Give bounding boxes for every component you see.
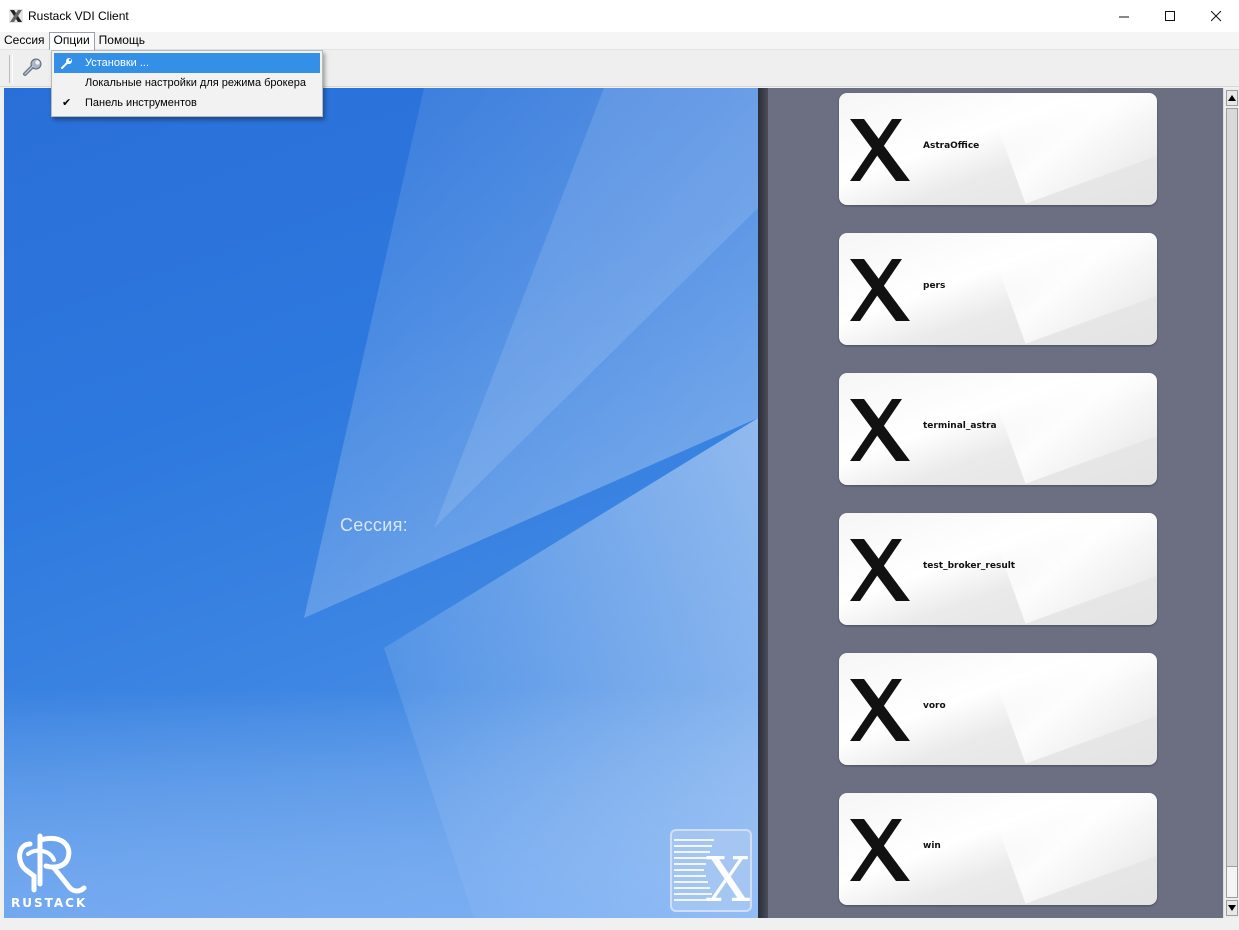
window-title: Rustack VDI Client [28, 9, 129, 23]
x-session-icon [850, 539, 910, 601]
session-list-scrollbar[interactable] [1223, 88, 1239, 918]
session-list: AstraOffice pers terminal_astra test_bro… [768, 88, 1223, 918]
session-tile-pers[interactable]: pers [839, 233, 1157, 345]
background-beams [4, 88, 758, 918]
close-button[interactable] [1193, 0, 1239, 32]
session-name: voro [923, 701, 946, 711]
scroll-track[interactable] [1226, 108, 1238, 898]
session-tile-voro[interactable]: voro [839, 653, 1157, 765]
session-name: terminal_astra [923, 421, 997, 431]
menu-item-broker-local-settings[interactable]: Локальные настройки для режима брокера [54, 73, 320, 93]
window-controls [1101, 0, 1239, 32]
options-dropdown-menu: Установки ... Локальные настройки для ре… [51, 50, 323, 117]
session-label: Сессия: [340, 515, 408, 535]
wrench-icon [60, 56, 74, 70]
scroll-down-button[interactable] [1226, 900, 1238, 916]
session-tile-terminal-astra[interactable]: terminal_astra [839, 373, 1157, 485]
menu-bar: Сессия Опции Помощь [0, 31, 1239, 50]
x-session-icon [850, 259, 910, 321]
minimize-button[interactable] [1101, 0, 1147, 32]
menu-item-toolbar-toggle[interactable]: ✔ Панель инструментов [54, 93, 320, 113]
session-tile-astraoffice[interactable]: AstraOffice [839, 93, 1157, 205]
menu-item-label: Установки ... [85, 57, 150, 69]
panel-divider[interactable] [758, 88, 768, 918]
arrow-down-icon [1228, 905, 1236, 911]
rustack-logo-text: RUSTACK [11, 896, 88, 910]
session-tile-win[interactable]: win [839, 793, 1157, 905]
session-name: pers [923, 281, 946, 291]
arrow-up-icon [1228, 95, 1236, 101]
x-session-icon [850, 679, 910, 741]
title-bar: Rustack VDI Client [0, 0, 1239, 32]
settings-tool-button[interactable] [20, 56, 46, 82]
x-session-icon [850, 399, 910, 461]
menu-options[interactable]: Опции [48, 31, 95, 50]
status-bar [0, 918, 1239, 930]
wrench-icon [22, 57, 44, 82]
toolbar-grip[interactable] [9, 55, 13, 83]
menu-item-label: Панель инструментов [85, 97, 197, 109]
session-preview-panel: Сессия: RUSTACK X [4, 88, 758, 918]
x-session-icon [850, 819, 910, 881]
maximize-button[interactable] [1147, 0, 1193, 32]
svg-text:X: X [706, 843, 750, 910]
menu-help[interactable]: Помощь [95, 32, 149, 50]
session-tile-test-broker-result[interactable]: test_broker_result [839, 513, 1157, 625]
scroll-up-button[interactable] [1226, 90, 1238, 106]
menu-session[interactable]: Сессия [0, 32, 49, 50]
x-window-system-logo-icon: X [670, 829, 752, 912]
scroll-thumb[interactable] [1227, 109, 1237, 867]
menu-item-settings[interactable]: Установки ... [54, 53, 320, 73]
menu-item-label: Локальные настройки для режима брокера [85, 77, 306, 89]
app-x-icon [9, 9, 23, 23]
session-name: test_broker_result [923, 561, 1016, 571]
session-name: AstraOffice [923, 141, 980, 151]
session-name: win [923, 841, 941, 851]
app-window: Rustack VDI Client Сессия Опции Помощь С… [0, 0, 1239, 930]
x-session-icon [850, 119, 910, 181]
checkmark-icon: ✔ [62, 97, 72, 109]
